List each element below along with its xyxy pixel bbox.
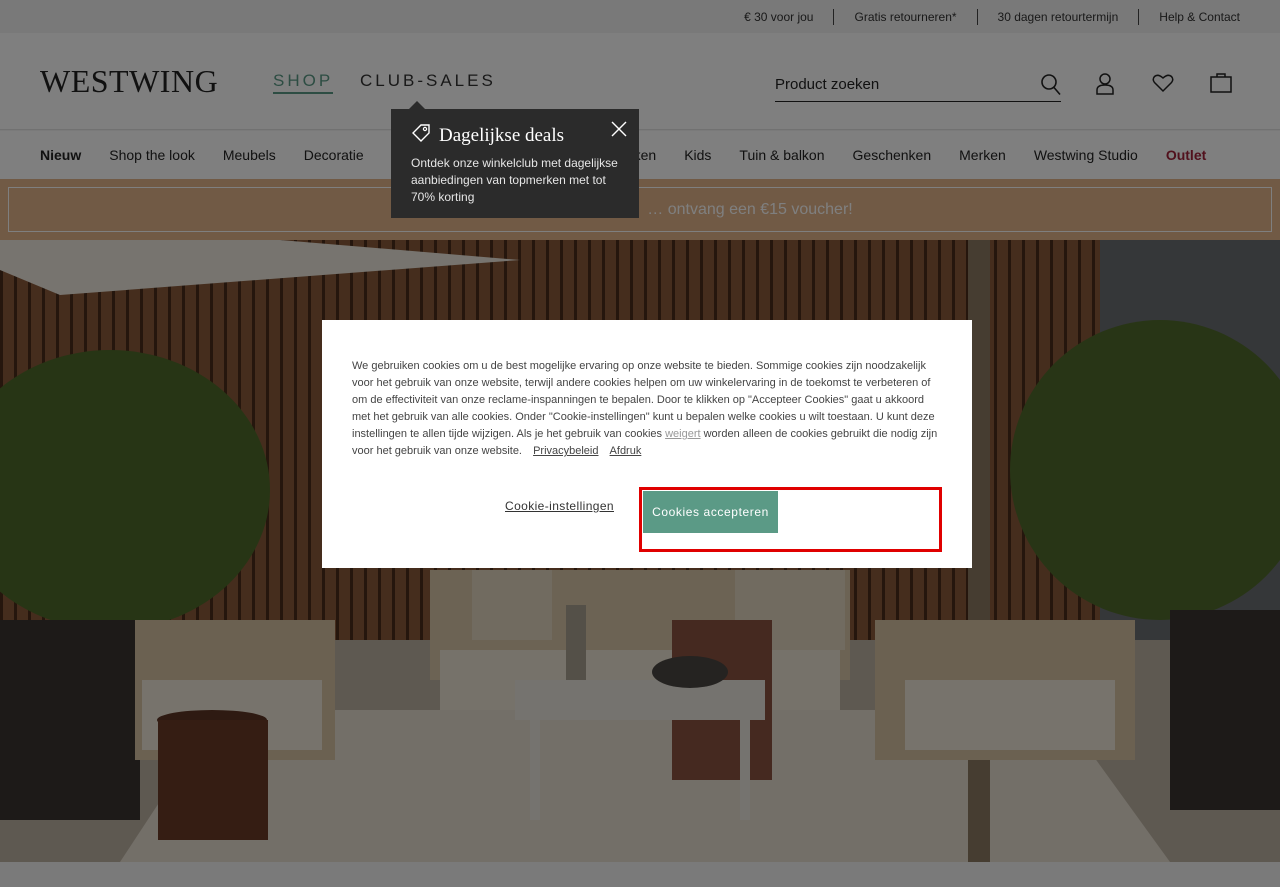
price-tag-icon <box>411 123 431 149</box>
cookie-consent-text: We gebruiken cookies om u de best mogeli… <box>352 358 942 460</box>
tooltip-title: Dagelijkse deals <box>439 125 565 146</box>
close-icon[interactable] <box>611 121 627 142</box>
cookie-consent-dialog: We gebruiken cookies om u de best mogeli… <box>322 320 972 568</box>
tooltip-text: Ontdek onze winkelclub met dagelijkse aa… <box>411 156 618 204</box>
tooltip-title-row: Dagelijkse deals <box>411 123 619 149</box>
imprint-link[interactable]: Afdruk <box>610 445 642 457</box>
privacy-policy-link[interactable]: Privacybeleid <box>533 445 598 457</box>
refuse-cookies-link[interactable]: weigert <box>665 428 700 440</box>
accept-cookies-button[interactable]: Cookies accepteren <box>643 491 778 533</box>
daily-deals-tooltip: Dagelijkse deals Ontdek onze winkelclub … <box>391 101 639 218</box>
cookie-settings-link[interactable]: Cookie-instellingen <box>505 499 614 513</box>
